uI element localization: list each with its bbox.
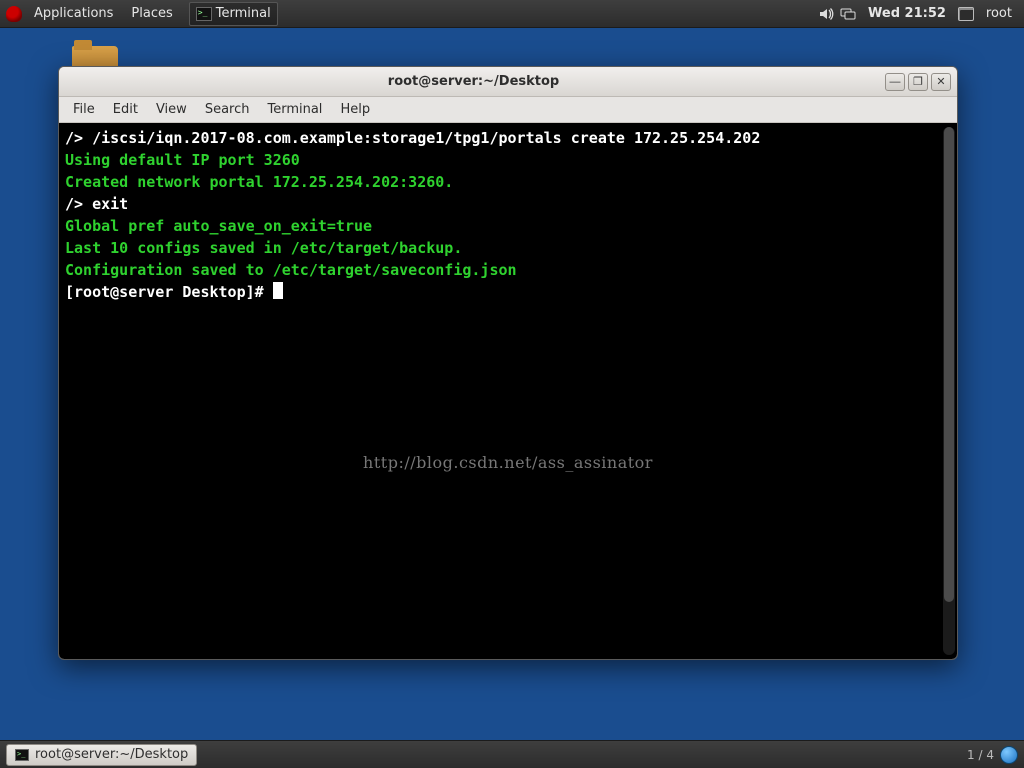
terminal-line: Configuration saved to /etc/target/savec… (65, 259, 951, 281)
distro-logo-icon (6, 6, 22, 22)
scrollbar-thumb[interactable] (944, 127, 954, 602)
menu-file[interactable]: File (65, 100, 103, 119)
terminal-line: Created network portal 172.25.254.202:32… (65, 171, 951, 193)
watermark-text: http://blog.csdn.net/ass_assinator (363, 455, 653, 471)
close-button[interactable]: ✕ (931, 73, 951, 91)
running-app-indicator[interactable]: Terminal (189, 2, 278, 26)
keyboard-icon[interactable] (958, 6, 974, 22)
bottom-panel: root@server:~/Desktop 1 / 4 (0, 740, 1024, 768)
window-menubar: File Edit View Search Terminal Help (59, 97, 957, 123)
menu-help[interactable]: Help (332, 100, 378, 119)
terminal-line: Using default IP port 3260 (65, 149, 951, 171)
places-menu[interactable]: Places (125, 4, 178, 23)
window-titlebar[interactable]: root@server:~/Desktop ― ❐ ✕ (59, 67, 957, 97)
terminal-icon (15, 749, 29, 761)
maximize-button[interactable]: ❐ (908, 73, 928, 91)
clock[interactable]: Wed 21:52 (862, 4, 952, 23)
menu-search[interactable]: Search (197, 100, 258, 119)
terminal-window: root@server:~/Desktop ― ❐ ✕ File Edit Vi… (58, 66, 958, 660)
applications-menu[interactable]: Applications (28, 4, 119, 23)
terminal-line: Global pref auto_save_on_exit=true (65, 215, 951, 237)
terminal-line: /> exit (65, 193, 951, 215)
taskbar-entry-terminal[interactable]: root@server:~/Desktop (6, 744, 197, 766)
volume-icon[interactable] (818, 6, 834, 22)
window-title: root@server:~/Desktop (65, 74, 882, 89)
menu-view[interactable]: View (148, 100, 195, 119)
user-menu[interactable]: root (980, 4, 1018, 23)
menu-terminal[interactable]: Terminal (259, 100, 330, 119)
terminal-line: /> /iscsi/iqn.2017-08.com.example:storag… (65, 127, 951, 149)
terminal-icon (196, 7, 212, 21)
terminal-prompt-line: [root@server Desktop]# (65, 281, 951, 303)
top-panel: Applications Places Terminal Wed 21:52 r… (0, 0, 1024, 28)
taskbar-entry-label: root@server:~/Desktop (35, 747, 188, 762)
cursor-icon (273, 282, 283, 299)
show-desktop-icon[interactable] (1000, 746, 1018, 764)
terminal-line: Last 10 configs saved in /etc/target/bac… (65, 237, 951, 259)
network-icon[interactable] (840, 6, 856, 22)
shell-prompt: [root@server Desktop]# (65, 283, 273, 301)
terminal-viewport[interactable]: /> /iscsi/iqn.2017-08.com.example:storag… (59, 123, 957, 659)
minimize-button[interactable]: ― (885, 73, 905, 91)
scrollbar[interactable] (943, 127, 955, 655)
menu-edit[interactable]: Edit (105, 100, 146, 119)
running-app-label: Terminal (216, 6, 271, 21)
workspace-indicator[interactable]: 1 / 4 (967, 748, 994, 762)
